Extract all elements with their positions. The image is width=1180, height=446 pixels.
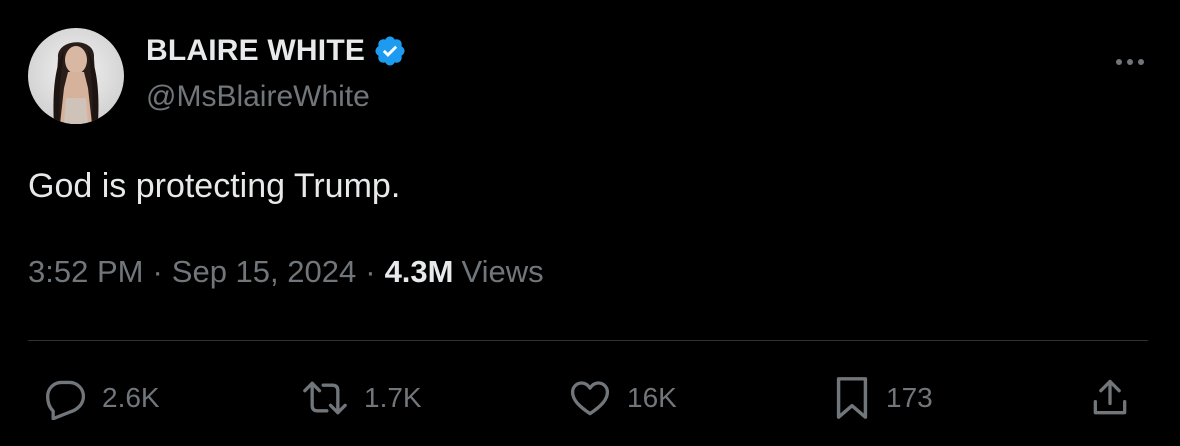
author-display-name[interactable]: BLAIRE WHITE: [146, 34, 365, 68]
retweet-arrows-icon: [303, 381, 347, 415]
like-count: 16K: [627, 382, 677, 413]
reply-button[interactable]: 2.6K: [44, 372, 160, 424]
verified-badge-icon: [373, 34, 407, 68]
tweet-time[interactable]: 3:52 PM: [28, 254, 143, 290]
like-button[interactable]: 16K: [567, 372, 677, 424]
more-dots-icon: [1116, 59, 1144, 65]
bookmark-count: 173: [886, 382, 933, 413]
meta-separator: ·: [365, 254, 376, 289]
tweet-card: BLAIRE WHITE @MsBlaireWhite God is prote…: [0, 0, 1180, 446]
heart-icon: [570, 381, 610, 416]
share-button[interactable]: [1088, 372, 1132, 424]
divider: [28, 340, 1148, 341]
more-options-button[interactable]: [1110, 50, 1150, 74]
retweet-count: 1.7K: [364, 382, 422, 413]
tweet-metadata: 3:52 PM · Sep 15, 2024 · 4.3M Views: [28, 254, 544, 290]
meta-separator: ·: [152, 254, 163, 289]
bookmark-button[interactable]: 173: [832, 372, 933, 424]
avatar-image: [28, 28, 124, 124]
retweet-button[interactable]: 1.7K: [300, 372, 422, 424]
share-upload-icon: [1093, 379, 1127, 415]
action-bar: 2.6K 1.7K 16K 173: [44, 372, 1144, 424]
views-label: Views: [461, 254, 544, 289]
author-name-row: BLAIRE WHITE: [146, 30, 407, 72]
tweet-text: God is protecting Trump.: [28, 167, 401, 205]
author-handle[interactable]: @MsBlaireWhite: [146, 80, 370, 114]
avatar[interactable]: [28, 28, 124, 124]
bookmark-icon: [836, 377, 868, 419]
views-count[interactable]: 4.3M: [385, 254, 454, 290]
reply-bubble-icon: [46, 380, 86, 420]
reply-count: 2.6K: [102, 382, 160, 413]
tweet-date[interactable]: Sep 15, 2024: [172, 254, 356, 290]
